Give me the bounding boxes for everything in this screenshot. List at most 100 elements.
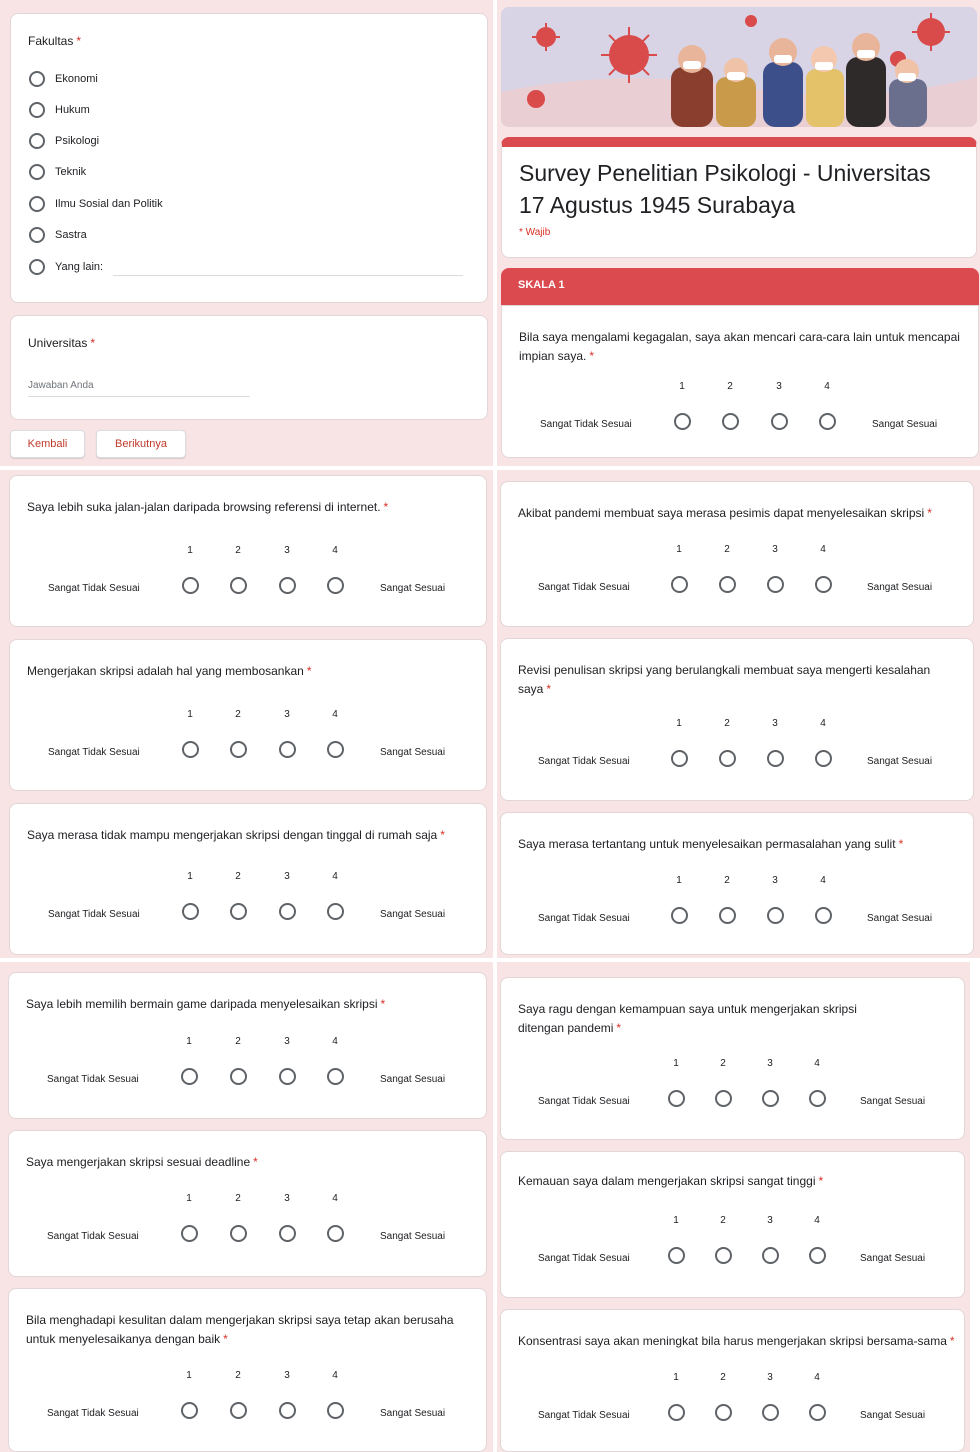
scale-radio-1[interactable] [181, 741, 199, 758]
radio-button[interactable] [29, 164, 45, 180]
scale-number: 2 [235, 545, 241, 556]
scale-radio-4[interactable] [326, 577, 344, 594]
scale-radio-1[interactable] [180, 1225, 198, 1242]
required-asterisk: * [949, 1334, 955, 1348]
scale-radio-3[interactable] [761, 1404, 779, 1421]
question-text: Revisi penulisan skripsi yang berulangka… [518, 661, 933, 699]
scale-radio-3[interactable] [278, 577, 296, 594]
scale-radio-2[interactable] [229, 1068, 247, 1085]
scale-radio-2[interactable] [229, 1225, 247, 1242]
scale-max-label: Sangat Sesuai [380, 1074, 446, 1085]
scale-radio-2[interactable] [229, 741, 247, 758]
scale-radio-4[interactable] [814, 907, 832, 924]
faculty-option-isip[interactable]: Ilmu Sosial dan Politik [29, 194, 163, 214]
question-label: Saya merasa tertantang untuk menyelesaik… [518, 837, 896, 851]
faculty-option-psikologi[interactable]: Psikologi [29, 131, 99, 151]
scale-radio-2[interactable] [718, 907, 736, 924]
radio-button[interactable] [29, 133, 45, 149]
scale-radio-4[interactable] [326, 741, 344, 758]
question-card: Kemauan saya dalam mengerjakan skripsi s… [500, 1151, 965, 1298]
banner-illustration-icon [501, 7, 977, 127]
faculty-option-ekonomi[interactable]: Ekonomi [29, 69, 98, 89]
scale-radio-1[interactable] [180, 1402, 198, 1419]
next-button[interactable]: Berikutnya [96, 430, 186, 458]
scale-radio-3[interactable] [761, 1247, 779, 1264]
scale-radio-2[interactable] [229, 1402, 247, 1419]
scale-radio-3[interactable] [278, 1402, 296, 1419]
scale-radio-1[interactable] [673, 413, 691, 430]
scale-radio-4[interactable] [808, 1404, 826, 1421]
scale-number: 3 [767, 1372, 773, 1383]
faculty-option-sastra[interactable]: Sastra [29, 225, 87, 245]
scale-radio-4[interactable] [818, 413, 836, 430]
scale-radio-3[interactable] [766, 907, 784, 924]
scale-min-label: Sangat Tidak Sesuai [540, 419, 632, 430]
scale-number: 3 [772, 544, 778, 555]
scale-radio-1[interactable] [180, 1068, 198, 1085]
scale-radio-2[interactable] [718, 750, 736, 767]
scale-max-label: Sangat Sesuai [860, 1410, 926, 1421]
other-text-input[interactable] [113, 274, 463, 276]
scale-number: 3 [284, 871, 290, 882]
back-button[interactable]: Kembali [10, 430, 85, 458]
radio-button[interactable] [29, 259, 45, 275]
scale-radio-1[interactable] [667, 1247, 685, 1264]
scale-radio-1[interactable] [181, 903, 199, 920]
question-label: Saya ragu dengan kemampuan saya untuk me… [518, 1002, 857, 1035]
scale-radio-3[interactable] [278, 1068, 296, 1085]
scale-radio-3[interactable] [278, 1225, 296, 1242]
question-text: Konsentrasi saya akan meningkat bila har… [518, 1332, 960, 1351]
faculty-option-hukum[interactable]: Hukum [29, 100, 90, 120]
scale-radio-2[interactable] [721, 413, 739, 430]
scale-number: 4 [332, 1193, 338, 1204]
scale-radio-1[interactable] [181, 577, 199, 594]
scale-min-label: Sangat Tidak Sesuai [47, 1231, 139, 1242]
university-question-title: Universitas * [28, 336, 95, 350]
question-card: Saya merasa tidak mampu mengerjakan skri… [9, 803, 487, 955]
scale-radio-4[interactable] [326, 1225, 344, 1242]
scale-radio-1[interactable] [670, 576, 688, 593]
scale-number: 2 [720, 1215, 726, 1226]
linear-scale: Sangat Tidak Sesuai 1 2 3 4 Sangat Sesua… [501, 1058, 964, 1118]
scale-radio-2[interactable] [229, 903, 247, 920]
question-text: Bila saya mengalami kegagalan, saya akan… [519, 328, 964, 366]
scale-radio-2[interactable] [229, 577, 247, 594]
scale-radio-3[interactable] [770, 413, 788, 430]
scale-radio-1[interactable] [667, 1090, 685, 1107]
scale-radio-2[interactable] [714, 1404, 732, 1421]
scale-radio-3[interactable] [766, 576, 784, 593]
radio-button[interactable] [29, 71, 45, 87]
radio-button[interactable] [29, 102, 45, 118]
option-label: Ekonomi [55, 73, 98, 85]
form-title-card: Survey Penelitian Psikologi - Universita… [501, 137, 977, 258]
faculty-option-other[interactable]: Yang lain: [29, 257, 103, 277]
scale-radio-1[interactable] [670, 907, 688, 924]
university-answer-input[interactable]: Jawaban Anda [28, 378, 250, 397]
scale-radio-4[interactable] [808, 1090, 826, 1107]
scale-radio-1[interactable] [670, 750, 688, 767]
question-label: Konsentrasi saya akan meningkat bila har… [518, 1334, 947, 1348]
faculty-option-teknik[interactable]: Teknik [29, 162, 86, 182]
scale-radio-4[interactable] [326, 1068, 344, 1085]
scale-radio-4[interactable] [326, 1402, 344, 1419]
university-title-text: Universitas [28, 336, 88, 350]
radio-button[interactable] [29, 196, 45, 212]
scale-radio-2[interactable] [718, 576, 736, 593]
section-title: SKALA 1 [518, 279, 565, 291]
scale-radio-3[interactable] [766, 750, 784, 767]
scale-radio-4[interactable] [326, 903, 344, 920]
scale-radio-2[interactable] [714, 1090, 732, 1107]
scale-radio-3[interactable] [278, 741, 296, 758]
scale-radio-3[interactable] [761, 1090, 779, 1107]
scale-radio-2[interactable] [714, 1247, 732, 1264]
scale-radio-3[interactable] [278, 903, 296, 920]
scale-number: 4 [332, 1036, 338, 1047]
scale-radio-4[interactable] [808, 1247, 826, 1264]
radio-button[interactable] [29, 227, 45, 243]
scale-number: 4 [332, 709, 338, 720]
scale-radio-1[interactable] [667, 1404, 685, 1421]
scale-radio-4[interactable] [814, 576, 832, 593]
scale-radio-4[interactable] [814, 750, 832, 767]
scale-min-label: Sangat Tidak Sesuai [538, 582, 630, 593]
linear-scale: Sangat Tidak Sesuai 1 2 3 4 Sangat Sesua… [10, 545, 486, 605]
